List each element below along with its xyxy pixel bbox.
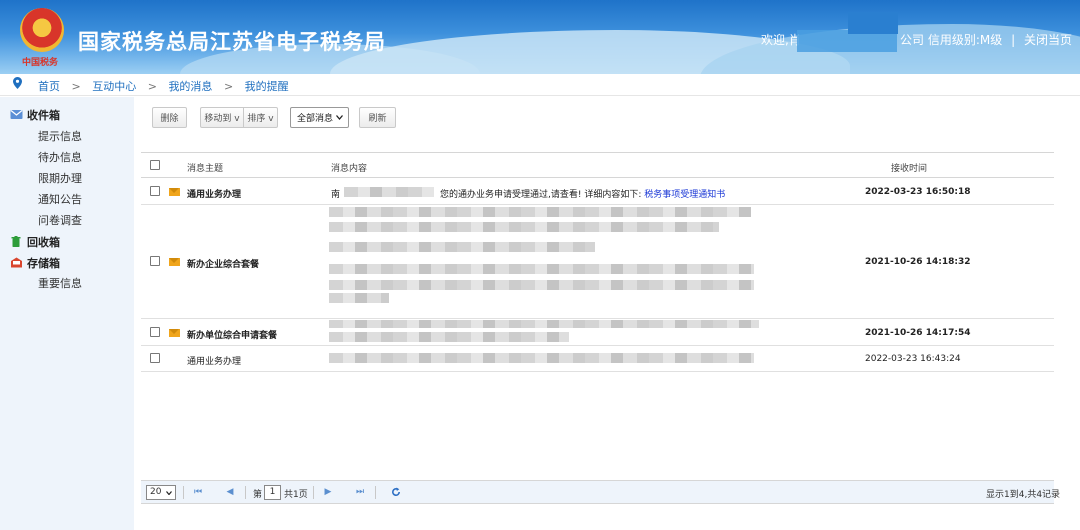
sort-button[interactable]: 排序 v [243, 107, 278, 128]
sidebar-item-important[interactable]: 重要信息 [38, 275, 82, 291]
message-subject[interactable]: 通用业务办理 [187, 187, 241, 200]
refresh-button[interactable]: 刷新 [359, 107, 396, 128]
redacted-content [329, 222, 719, 232]
credit-level: 信用级别:M级 [927, 33, 1003, 47]
trash-icon [11, 236, 21, 247]
table-row[interactable]: 通用业务办理 2022-03-23 16:43:24 [141, 346, 1054, 372]
message-filter-select[interactable]: 全部消息 [290, 107, 349, 128]
breadcrumb-separator: > [71, 80, 81, 93]
row-checkbox[interactable] [150, 327, 160, 337]
table-row[interactable]: 通用业务办理 南 您的通办业务申请受理通过,请查看! 详细内容如下: 税务事项受理… [141, 178, 1054, 205]
sidebar-item-todo[interactable]: 待办信息 [38, 149, 82, 165]
received-time: 2022-03-23 16:50:18 [865, 187, 971, 197]
breadcrumb: 首页 > 互动中心 > 我的消息 > 我的提醒 [0, 74, 1080, 96]
redacted-content [344, 187, 434, 197]
last-page-icon[interactable]: ⏭ [355, 487, 365, 497]
divider [183, 486, 184, 499]
row-checkbox[interactable] [150, 256, 160, 266]
content-prefix: 南 [331, 190, 341, 200]
page-label-before: 第 [253, 490, 263, 500]
filter-value: 全部消息 [297, 114, 334, 124]
redacted-content [329, 264, 754, 274]
unread-mail-icon [169, 188, 180, 196]
breadcrumb-items: 首页 > 互动中心 > 我的消息 > 我的提醒 [38, 78, 289, 94]
welcome-text: 欢迎,肖 [761, 33, 801, 47]
sidebar-item-deadline[interactable]: 限期办理 [38, 170, 82, 186]
site-title: 国家税务总局江苏省电子税务局 [78, 30, 386, 54]
sidebar-group-recycle[interactable]: 回收箱 [10, 234, 60, 250]
redacted-content [329, 320, 759, 328]
redacted-company [848, 12, 898, 34]
user-info: 公司 信用级别:M级 | 关闭当页 [900, 31, 1072, 48]
select-all-checkbox[interactable] [150, 160, 160, 170]
next-page-icon[interactable]: ▶ [323, 487, 333, 497]
sidebar-group-storage[interactable]: 存储箱 [10, 255, 60, 271]
sidebar-group-label: 收件箱 [27, 109, 60, 122]
redacted-content [329, 242, 595, 252]
redacted-content [329, 332, 569, 342]
delete-button[interactable]: 删除 [152, 107, 187, 128]
page-number-input[interactable]: 1 [264, 485, 281, 500]
column-header-content: 消息内容 [331, 164, 368, 174]
tax-emblem-logo [20, 8, 64, 52]
refresh-icon[interactable] [391, 487, 401, 497]
redacted-content [329, 353, 754, 363]
pagination-summary: 显示1到4,共4记录 [986, 490, 1061, 500]
location-pin-icon [13, 77, 22, 89]
company-suffix: 公司 [900, 33, 925, 47]
table-row[interactable]: 新办企业综合套餐 2021-10-26 14:18:32 [141, 205, 1054, 319]
received-time: 2022-03-23 16:43:24 [865, 354, 961, 364]
close-page-link[interactable]: 关闭当页 [1024, 33, 1072, 47]
sidebar-group-label: 回收箱 [27, 236, 60, 249]
divider [245, 486, 246, 499]
message-subject[interactable]: 新办单位综合申请套餐 [187, 328, 277, 341]
sidebar-group-inbox[interactable]: 收件箱 [10, 107, 60, 123]
chevron-down-icon [336, 115, 343, 120]
page-size-value: 20 [150, 487, 162, 497]
pagination-bar: 20 ⏮ ◀ 第 1 共1页 ▶ ⏭ 显示1到4,共4记录 [141, 480, 1060, 504]
row-checkbox[interactable] [150, 186, 160, 196]
received-time: 2021-10-26 14:17:54 [865, 328, 971, 338]
breadcrumb-separator: > [223, 80, 234, 93]
message-subject[interactable]: 通用业务办理 [187, 354, 241, 367]
sidebar-item-survey[interactable]: 问卷调查 [38, 212, 82, 228]
redacted-content [329, 293, 389, 303]
column-header-subject: 消息主题 [187, 164, 224, 174]
sidebar: 收件箱 提示信息 待办信息 限期办理 通知公告 问卷调查 回收箱 存储箱 重要信… [0, 97, 134, 530]
breadcrumb-separator: > [147, 80, 157, 93]
message-subject[interactable]: 新办企业综合套餐 [187, 257, 259, 270]
first-page-icon[interactable]: ⏮ [193, 487, 203, 497]
breadcrumb-my-messages[interactable]: 我的消息 [168, 80, 212, 93]
table-header: 消息主题 消息内容 接收时间 [141, 152, 1054, 178]
breadcrumb-home[interactable]: 首页 [38, 80, 60, 93]
logo-caption: 中国税务 [22, 58, 59, 68]
storage-box-icon [11, 257, 22, 268]
row-checkbox[interactable] [150, 353, 160, 363]
breadcrumb-my-reminders[interactable]: 我的提醒 [245, 80, 289, 93]
redacted-content [329, 207, 751, 217]
sidebar-item-hints[interactable]: 提示信息 [38, 128, 82, 144]
divider [313, 486, 314, 499]
sidebar-item-notices[interactable]: 通知公告 [38, 191, 82, 207]
move-to-button[interactable]: 移动到 v [200, 107, 243, 128]
site-header: 中国税务 国家税务总局江苏省电子税务局 欢迎,肖 公司 信用级别:M级 | 关闭… [0, 0, 1080, 74]
breadcrumb-interaction-center[interactable]: 互动中心 [92, 80, 136, 93]
redacted-content [329, 280, 754, 290]
divider [375, 486, 376, 499]
total-pages-label: 共1页 [284, 490, 308, 500]
envelope-icon [10, 110, 23, 119]
unread-mail-icon [169, 258, 180, 266]
unread-mail-icon [169, 329, 180, 337]
previous-page-icon[interactable]: ◀ [225, 487, 235, 497]
tax-notice-link[interactable]: 税务事项受理通知书 [644, 190, 725, 200]
page-size-select[interactable]: 20 [146, 485, 176, 500]
table-row[interactable]: 新办单位综合申请套餐 2021-10-26 14:17:54 [141, 319, 1054, 346]
chevron-down-icon [166, 491, 172, 495]
received-time: 2021-10-26 14:18:32 [865, 257, 971, 267]
divider: | [1011, 33, 1016, 47]
column-header-received-time: 接收时间 [891, 164, 928, 174]
sidebar-group-label: 存储箱 [27, 257, 60, 270]
content-text: 您的通办业务申请受理通过,请查看! 详细内容如下: [440, 190, 642, 200]
